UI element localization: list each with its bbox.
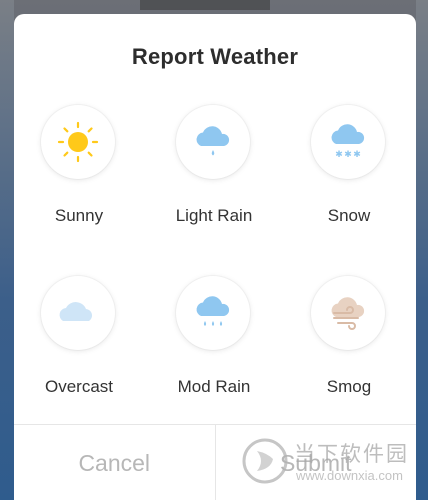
option-mod-rain[interactable]: Mod Rain	[149, 276, 279, 416]
option-sunny[interactable]: Sunny	[14, 105, 144, 245]
background-edge-left	[0, 0, 14, 500]
submit-button[interactable]: Submit	[216, 425, 417, 500]
dialog-title: Report Weather	[131, 44, 299, 69]
light-rain-icon	[176, 105, 250, 179]
svg-text:✱: ✱	[353, 150, 361, 160]
option-overcast[interactable]: Overcast	[14, 276, 144, 416]
background-top-bar	[140, 0, 270, 10]
svg-text:✱: ✱	[335, 150, 343, 160]
dialog-footer: Cancel Submit	[14, 424, 416, 500]
background-edge-right	[416, 0, 428, 500]
option-snow[interactable]: ✱ ✱ ✱ Snow	[284, 105, 414, 245]
option-label: Overcast	[44, 377, 114, 396]
overcast-icon	[41, 276, 115, 350]
option-label: Sunny	[54, 206, 104, 225]
option-label: Light Rain	[175, 206, 253, 225]
cancel-button[interactable]: Cancel	[14, 425, 215, 500]
option-label: Smog	[326, 377, 372, 396]
report-weather-dialog: Report Weather Sunny Light Rain ✱ ✱ ✱ Sn…	[14, 14, 416, 500]
svg-text:✱: ✱	[344, 150, 352, 160]
option-smog[interactable]: Smog	[284, 276, 414, 416]
option-light-rain[interactable]: Light Rain	[149, 105, 279, 245]
sun-icon	[41, 105, 115, 179]
smog-icon	[311, 276, 385, 350]
moderate-rain-icon	[176, 276, 250, 350]
snow-icon: ✱ ✱ ✱	[311, 105, 385, 179]
option-label: Mod Rain	[177, 377, 251, 396]
option-label: Snow	[327, 206, 371, 225]
